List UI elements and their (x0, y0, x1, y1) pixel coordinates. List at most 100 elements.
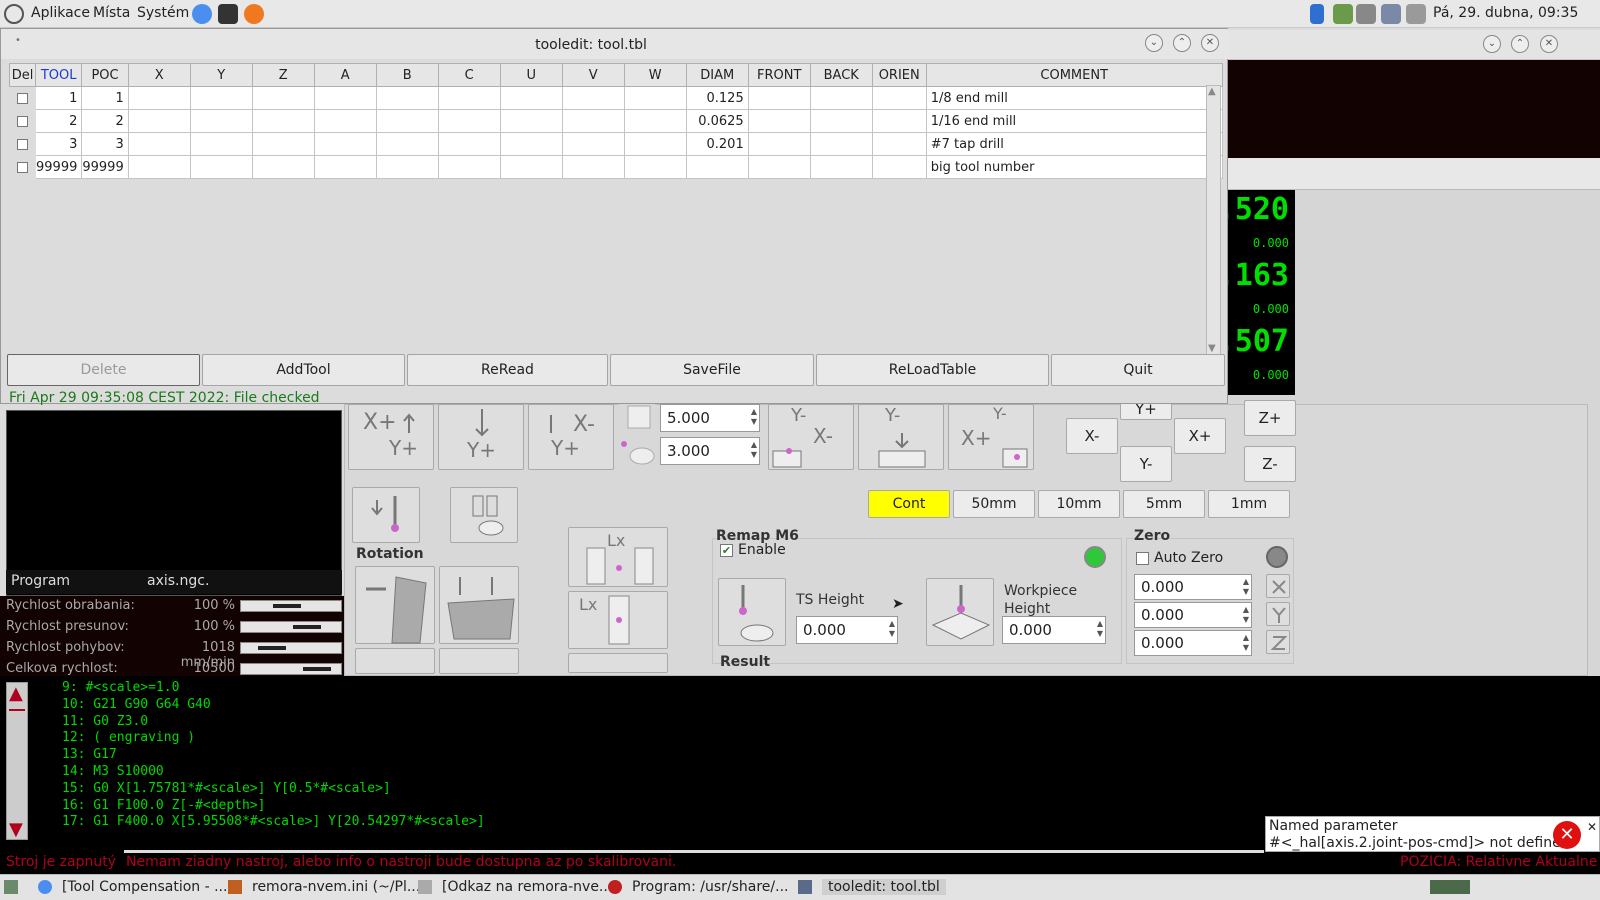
spin-arrows-icon[interactable]: ▲ ▼ (1243, 577, 1249, 597)
cell-y[interactable] (189, 86, 253, 110)
cell-z[interactable] (251, 132, 315, 156)
probe-corner-button[interactable]: X+ Y+ (348, 404, 434, 470)
probe-xy-button[interactable]: X- Y+ (528, 404, 614, 470)
jog-zminus-button[interactable]: Z- (1244, 446, 1296, 482)
task-tooledit[interactable]: tooledit: tool.tbl (822, 879, 946, 895)
column-header-orien[interactable]: ORIEN (871, 63, 927, 87)
delete-checkbox[interactable] (17, 115, 28, 127)
firefox-icon[interactable] (244, 4, 264, 24)
delete-checkbox[interactable] (17, 92, 28, 104)
menu-places[interactable]: Místa (93, 5, 130, 21)
cell-x[interactable] (127, 109, 191, 133)
cell-comment[interactable]: 1/16 end mill (925, 109, 1223, 133)
gcode-line[interactable]: 10: G21 G90 G64 G40 (62, 697, 211, 712)
ts-height-spin[interactable]: 0.000 ▲ ▼ (796, 616, 898, 644)
cell-front[interactable] (747, 86, 811, 110)
gcode-line[interactable]: 9: #<scale>=1.0 (62, 680, 179, 695)
column-header-del[interactable]: Del (9, 63, 36, 87)
dialog-titlebar[interactable]: • tooledit: tool.tbl ⌄ ⌃ ✕ (1, 29, 1229, 59)
cell-w[interactable] (623, 132, 687, 156)
step-5mm-button[interactable]: 5mm (1123, 490, 1205, 518)
cell-v[interactable] (561, 109, 625, 133)
minimize-icon[interactable]: ⌄ (1145, 34, 1163, 52)
column-header-diam[interactable]: DIAM (685, 63, 749, 87)
probe-lx-out-button[interactable]: Lx (568, 527, 668, 587)
delete-button[interactable]: Delete (7, 354, 200, 386)
close-icon[interactable]: ✕ (1540, 35, 1558, 53)
cell-orien[interactable] (871, 109, 927, 133)
jog-xminus-button[interactable]: X- (1066, 418, 1118, 454)
scroll-up-icon[interactable]: ▲ (9, 683, 23, 704)
zero-y-button[interactable] (1266, 602, 1290, 626)
column-header-u[interactable]: U (499, 63, 563, 87)
column-header-back[interactable]: BACK (809, 63, 873, 87)
cell-c[interactable] (437, 109, 501, 133)
cell-tool[interactable]: 1 (34, 86, 83, 110)
cell-y[interactable] (189, 109, 253, 133)
cell-orien[interactable] (871, 86, 927, 110)
cell-back[interactable] (809, 132, 873, 156)
column-header-y[interactable]: Y (189, 63, 253, 87)
probe-extra-button[interactable] (568, 653, 668, 673)
table-scrollbar[interactable]: ▲ ▼ (1206, 85, 1221, 355)
probe-toolsetter-button[interactable] (450, 487, 518, 543)
spin-arrows-icon[interactable]: ▲ ▼ (1243, 605, 1249, 625)
cell-b[interactable] (375, 132, 439, 156)
cell-a[interactable] (313, 109, 377, 133)
slider-thumb[interactable] (258, 646, 286, 650)
enable-checkbox[interactable]: ✔ (720, 544, 733, 557)
cell-y[interactable] (189, 132, 253, 156)
workspace-switcher-icon[interactable] (1430, 880, 1470, 894)
scroll-down-icon[interactable]: ▼ (9, 819, 23, 840)
speed-max-slider[interactable] (240, 663, 342, 675)
column-header-x[interactable]: X (127, 63, 191, 87)
column-header-poc[interactable]: POC (81, 63, 129, 87)
slider-thumb[interactable] (303, 667, 331, 671)
cell-a[interactable] (313, 86, 377, 110)
cell-c[interactable] (437, 155, 501, 179)
jog-yminus-button[interactable]: Y- (1120, 446, 1172, 482)
cell-diam[interactable]: 0.0625 (685, 109, 749, 133)
cell-poc[interactable]: 2 (81, 109, 129, 133)
spin-arrows-icon[interactable]: ▲ ▼ (889, 619, 895, 639)
slider-thumb[interactable] (293, 625, 321, 629)
column-header-tool[interactable]: TOOL (34, 63, 83, 87)
task-tool-compensation[interactable]: [Tool Compensation - ... (62, 879, 227, 895)
cell-comment[interactable]: 1/8 end mill (925, 86, 1223, 110)
cell-front[interactable] (747, 109, 811, 133)
step-50mm-button[interactable]: 50mm (953, 490, 1035, 518)
zero-x-button[interactable] (1266, 574, 1290, 598)
workpiece-height-spin[interactable]: 0.000 ▲ ▼ (1002, 616, 1106, 644)
cell-tool[interactable]: 2 (34, 109, 83, 133)
task-program[interactable]: Program: /usr/share/... (632, 879, 788, 895)
probe-lx-in-button[interactable]: Lx (568, 591, 668, 649)
probe-y-button[interactable]: Y+ (438, 404, 524, 470)
probe-down-button[interactable] (352, 487, 420, 543)
task-remora-ini[interactable]: remora-nvem.ini (~/Pl... (252, 879, 420, 895)
bluetooth-icon[interactable] (1310, 4, 1324, 24)
slider-thumb[interactable] (273, 604, 301, 608)
probe-xminus-button[interactable]: Y- X- (768, 404, 854, 470)
delete-checkbox-cell[interactable] (9, 109, 36, 133)
volume-icon[interactable] (1356, 4, 1376, 24)
step-cont-button[interactable]: Cont (868, 490, 950, 518)
rotation-x-button[interactable] (355, 566, 435, 644)
scroll-thumb[interactable] (9, 709, 25, 711)
cell-b[interactable] (375, 155, 439, 179)
probe-latch-spin[interactable]: 3.000 ▲ ▼ (660, 437, 760, 465)
clock[interactable]: Pá, 29. dubna, 09:35 (1433, 5, 1578, 21)
cell-u[interactable] (499, 109, 563, 133)
cell-z[interactable] (251, 86, 315, 110)
maximize-icon[interactable]: ⌃ (1173, 34, 1191, 52)
zero-z-spin[interactable]: 0.000 ▲ ▼ (1134, 630, 1252, 656)
column-header-b[interactable]: B (375, 63, 439, 87)
spin-arrows-icon[interactable]: ▲ ▼ (1097, 619, 1103, 639)
cell-y[interactable] (189, 155, 253, 179)
cell-x[interactable] (127, 155, 191, 179)
reloadtable-button[interactable]: ReLoadTable (816, 354, 1049, 386)
rotation-y-button[interactable] (439, 566, 519, 644)
table-row[interactable]: 99999 99999 big tool number (9, 155, 1223, 179)
step-1mm-button[interactable]: 1mm (1208, 490, 1290, 518)
menu-system[interactable]: Systém (137, 5, 189, 21)
speed-feed-slider[interactable] (240, 600, 342, 612)
